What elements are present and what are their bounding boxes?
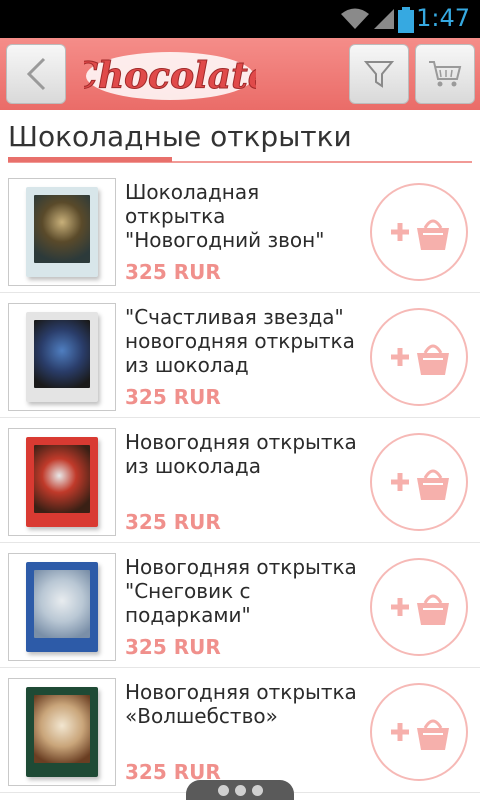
clock: 1:47 <box>416 4 470 32</box>
list-item[interactable]: Новогодняя открытка «Волшебство» 325 RUR <box>0 668 480 793</box>
add-to-cart-button[interactable] <box>370 683 468 781</box>
dot-icon <box>234 784 246 796</box>
product-price: 325 RUR <box>125 385 221 409</box>
add-to-cart-button[interactable] <box>370 183 468 281</box>
status-bar: 1:47 <box>0 0 480 38</box>
product-price: 325 RUR <box>125 635 221 659</box>
signal-icon <box>374 9 394 29</box>
cart-button[interactable] <box>415 44 475 104</box>
list-item[interactable]: Новогодняя открытка из шоколада 325 RUR <box>0 418 480 543</box>
section-title: Шоколадные открытки <box>8 120 352 153</box>
product-image <box>8 678 116 786</box>
shopping-cart-icon <box>429 61 462 87</box>
add-to-basket-icon <box>391 344 449 375</box>
drawer-handle[interactable] <box>186 780 294 800</box>
add-to-basket-icon <box>391 469 449 500</box>
product-image <box>8 303 116 411</box>
product-price: 325 RUR <box>125 510 221 534</box>
add-to-basket-icon <box>391 594 449 625</box>
product-title: Новогодняя открытка «Волшебство» <box>125 680 357 728</box>
dot-icon <box>217 784 229 796</box>
product-title: Новогодняя открытка "Снеговик с подаркам… <box>125 555 357 627</box>
add-to-basket-icon <box>391 219 449 250</box>
battery-icon <box>398 7 414 33</box>
funnel-icon <box>364 61 394 88</box>
product-image <box>8 553 116 661</box>
add-to-cart-button[interactable] <box>370 558 468 656</box>
product-price: 325 RUR <box>125 260 221 284</box>
product-title: Новогодняя открытка из шоколада <box>125 430 357 478</box>
product-title: Шоколадная открытка "Новогодний звон" <box>125 180 325 252</box>
product-title: "Счастливая звезда" новогодняя открытка … <box>125 305 355 377</box>
add-to-cart-button[interactable] <box>370 433 468 531</box>
add-to-cart-button[interactable] <box>370 308 468 406</box>
product-image <box>8 428 116 536</box>
back-button[interactable] <box>6 44 66 104</box>
product-list: Шоколадная открытка "Новогодний звон" 32… <box>0 168 480 793</box>
filter-button[interactable] <box>349 44 409 104</box>
list-item[interactable]: Новогодняя открытка "Снеговик с подаркам… <box>0 543 480 668</box>
dot-icon <box>251 784 263 796</box>
add-to-basket-icon <box>391 719 449 750</box>
list-item[interactable]: Шоколадная открытка "Новогодний звон" 32… <box>0 168 480 293</box>
product-image <box>8 178 116 286</box>
list-item[interactable]: "Счастливая звезда" новогодняя открытка … <box>0 293 480 418</box>
chocolate-logo: Chocolate <box>84 52 256 100</box>
svg-text:Chocolate: Chocolate <box>84 55 256 97</box>
wifi-icon <box>341 8 369 29</box>
chevron-left-icon <box>26 57 46 91</box>
app-bar: Chocolate <box>0 38 480 110</box>
section-divider-accent <box>8 157 172 162</box>
